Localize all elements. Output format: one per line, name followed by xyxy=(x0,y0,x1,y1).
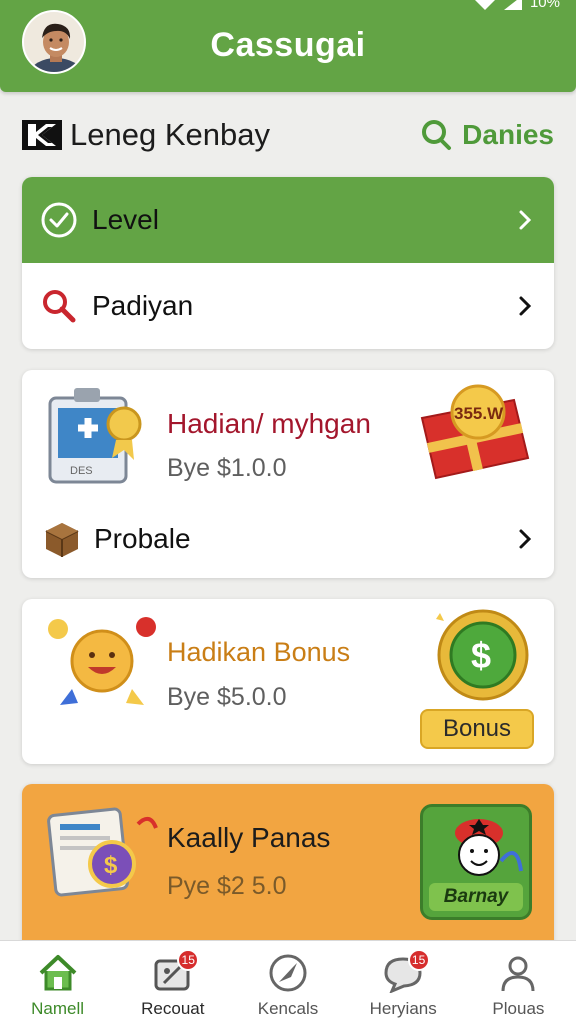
panas-card[interactable]: $ Kaally Panas Pye $2 5.0 Barnay xyxy=(22,784,554,954)
character-icon xyxy=(455,819,523,876)
panas-subtitle: Pye $2 5.0 xyxy=(167,872,287,900)
character-label: Barnay xyxy=(429,883,523,911)
notification-badge: 15 xyxy=(407,949,430,971)
svg-text:$: $ xyxy=(104,852,118,879)
wifi-icon xyxy=(475,0,495,10)
nav-label: Recouat xyxy=(141,999,205,1018)
nav-item-recouat[interactable]: 15 Recouat xyxy=(115,941,230,1024)
status-bar: 10% xyxy=(474,0,560,11)
brand-logo-icon xyxy=(22,120,62,150)
calendar-badge-icon: DES xyxy=(48,388,142,484)
nav-item-kencals[interactable]: Kencals xyxy=(230,941,345,1024)
menu-item-level[interactable]: Level xyxy=(22,177,554,263)
search-link[interactable]: Danies xyxy=(420,119,554,151)
reward-title: Hadian/ myhgan xyxy=(167,408,371,439)
nav-label: Heryians xyxy=(369,999,437,1018)
account-name: Leneg Kenbay xyxy=(70,117,270,152)
dollar-coin-icon: $ xyxy=(436,609,529,701)
search-icon xyxy=(43,290,76,323)
gift-box-icon: 355.W xyxy=(420,384,530,480)
notification-badge: 15 xyxy=(177,949,200,971)
gift-label: 355.W xyxy=(454,404,504,423)
app-header: Cassugai 10% xyxy=(0,0,576,92)
chevron-right-icon xyxy=(519,210,532,230)
calendar-label: DES xyxy=(70,465,93,477)
smiley-character-icon xyxy=(48,617,156,705)
battery-level: 10% xyxy=(529,0,560,11)
nav-label: Namell xyxy=(31,999,85,1018)
menu-card: Level Padiyan xyxy=(22,177,554,349)
bonus-button[interactable]: Bonus xyxy=(420,709,534,749)
character-card[interactable]: Barnay xyxy=(420,804,532,920)
search-link-label: Danies xyxy=(462,119,554,150)
account-row: Leneg Kenbay Danies xyxy=(22,112,554,158)
chevron-right-icon xyxy=(519,296,532,316)
chevron-right-icon xyxy=(519,529,532,549)
app-title: Cassugai xyxy=(210,26,366,64)
nav-label: Plouas xyxy=(492,999,545,1018)
brand: Leneg Kenbay xyxy=(22,117,270,153)
profile-icon xyxy=(501,956,535,992)
reward-subtitle: Bye $1.0.0 xyxy=(167,454,287,482)
bottom-nav: Namell 15 Recouat Kencals 15 Heryians Pl… xyxy=(0,940,576,1024)
nav-item-heryians[interactable]: 15 Heryians xyxy=(346,941,461,1024)
svg-text:$: $ xyxy=(471,635,491,676)
probale-label: Probale xyxy=(94,523,191,554)
search-icon xyxy=(422,120,452,150)
bonus-title: Hadikan Bonus xyxy=(167,637,351,667)
bonus-subtitle: Bye $5.0.0 xyxy=(167,683,287,711)
menu-item-label: Level xyxy=(92,204,159,235)
menu-item-padiyan[interactable]: Padiyan xyxy=(22,263,554,349)
document-coin-icon: $ xyxy=(47,807,158,897)
nav-item-plouas[interactable]: Plouas xyxy=(461,941,576,1024)
compass-icon xyxy=(269,954,307,992)
probale-row[interactable]: Probale xyxy=(22,500,554,578)
box-icon xyxy=(45,523,79,557)
signal-icon xyxy=(503,0,522,10)
nav-item-home[interactable]: Namell xyxy=(0,941,115,1024)
reward-card[interactable]: DES Hadian/ myhgan Bye $1.0.0 355.W Prob… xyxy=(22,370,554,578)
bonus-card[interactable]: Hadikan Bonus Bye $5.0.0 $ Bonus xyxy=(22,599,554,764)
home-icon xyxy=(39,955,76,991)
check-circle-icon xyxy=(41,202,77,238)
menu-item-label: Padiyan xyxy=(92,290,194,321)
panas-title: Kaally Panas xyxy=(167,822,331,853)
nav-label: Kencals xyxy=(257,999,319,1018)
